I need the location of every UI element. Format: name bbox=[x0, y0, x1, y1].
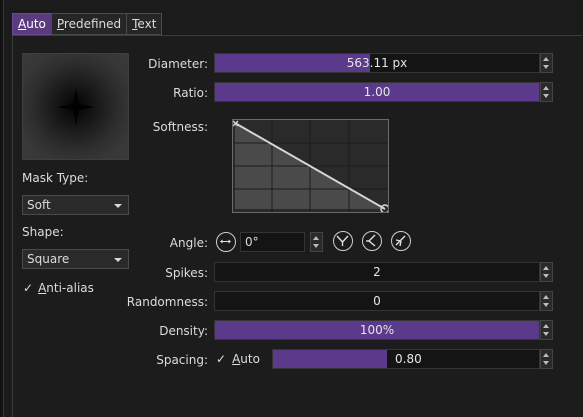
diameter-slider[interactable]: 563.11 px bbox=[214, 53, 540, 73]
angle-preset-left-icon[interactable] bbox=[362, 231, 382, 251]
tab-predefined-mnemonic: P bbox=[56, 17, 64, 31]
angle-label: Angle: bbox=[169, 236, 208, 250]
checkmark-icon: ✓ bbox=[23, 281, 34, 295]
anti-alias-checkbox[interactable]: ✓ Anti-alias bbox=[23, 281, 94, 295]
angle-spinner[interactable] bbox=[310, 232, 323, 252]
tab-auto-label: uto bbox=[26, 17, 46, 31]
density-spinner[interactable] bbox=[540, 320, 553, 340]
tab-bar: Auto Predefined Text bbox=[12, 13, 163, 35]
window-frame-edge bbox=[0, 0, 4, 417]
ratio-label: Ratio: bbox=[173, 86, 208, 100]
diameter-spinner[interactable] bbox=[540, 53, 553, 73]
tab-text-label: ext bbox=[137, 17, 157, 31]
tab-auto-mnemonic: A bbox=[18, 17, 27, 31]
spikes-spinner[interactable] bbox=[540, 262, 553, 282]
spacing-auto-label: uto bbox=[240, 352, 260, 366]
brush-shape-icon bbox=[56, 87, 95, 126]
ratio-value: 1.00 bbox=[363, 85, 391, 99]
spacing-auto-checkbox[interactable]: ✓ Auto bbox=[216, 352, 260, 366]
shape-dropdown[interactable]: Square bbox=[22, 249, 129, 269]
softness-curve bbox=[233, 120, 388, 212]
shape-label: Shape: bbox=[22, 225, 64, 239]
tab-auto[interactable]: Auto bbox=[12, 13, 52, 35]
diameter-label: Diameter: bbox=[148, 57, 208, 71]
randomness-value: 0 bbox=[373, 294, 381, 308]
spikes-label: Spikes: bbox=[165, 266, 208, 280]
spacing-spinner[interactable] bbox=[540, 349, 553, 369]
shape-value: Square bbox=[27, 252, 70, 266]
spikes-slider[interactable]: 2 bbox=[214, 262, 540, 282]
tab-text[interactable]: Text bbox=[126, 13, 163, 35]
softness-curve-editor[interactable] bbox=[232, 119, 389, 213]
angle-preset-down-icon[interactable] bbox=[333, 231, 353, 251]
ratio-spinner[interactable] bbox=[540, 82, 553, 102]
angle-dial[interactable] bbox=[216, 232, 236, 252]
anti-alias-label: nti-alias bbox=[46, 281, 94, 295]
spacing-slider[interactable]: 0.80 bbox=[272, 349, 540, 369]
angle-preset-diagonal-icon[interactable] bbox=[391, 231, 411, 251]
randomness-slider[interactable]: 0 bbox=[214, 291, 540, 311]
tab-predefined-label: redefined bbox=[63, 17, 122, 31]
softness-label: Softness: bbox=[152, 120, 208, 134]
ratio-slider[interactable]: 1.00 bbox=[214, 82, 540, 102]
diameter-value: 563.11 px bbox=[346, 56, 408, 70]
chevron-down-icon bbox=[114, 204, 122, 208]
chevron-down-icon bbox=[114, 258, 122, 262]
mask-type-dropdown[interactable]: Soft bbox=[22, 195, 129, 215]
density-value: 100% bbox=[359, 323, 395, 337]
randomness-spinner[interactable] bbox=[540, 291, 553, 311]
tab-predefined[interactable]: Predefined bbox=[50, 13, 128, 35]
density-label: Density: bbox=[159, 324, 208, 338]
mask-type-value: Soft bbox=[27, 198, 51, 212]
mask-type-label: Mask Type: bbox=[22, 171, 89, 185]
spacing-label: Spacing: bbox=[156, 353, 208, 367]
spacing-value: 0.80 bbox=[395, 352, 422, 366]
angle-dial-icon bbox=[220, 239, 231, 244]
checkmark-icon: ✓ bbox=[216, 352, 227, 366]
angle-input[interactable]: 0° bbox=[240, 232, 305, 252]
spikes-value: 2 bbox=[373, 265, 381, 279]
brush-preview bbox=[22, 53, 129, 160]
density-slider[interactable]: 100% bbox=[214, 320, 540, 340]
randomness-label: Randomness: bbox=[126, 295, 208, 309]
spacing-fill bbox=[273, 350, 387, 368]
